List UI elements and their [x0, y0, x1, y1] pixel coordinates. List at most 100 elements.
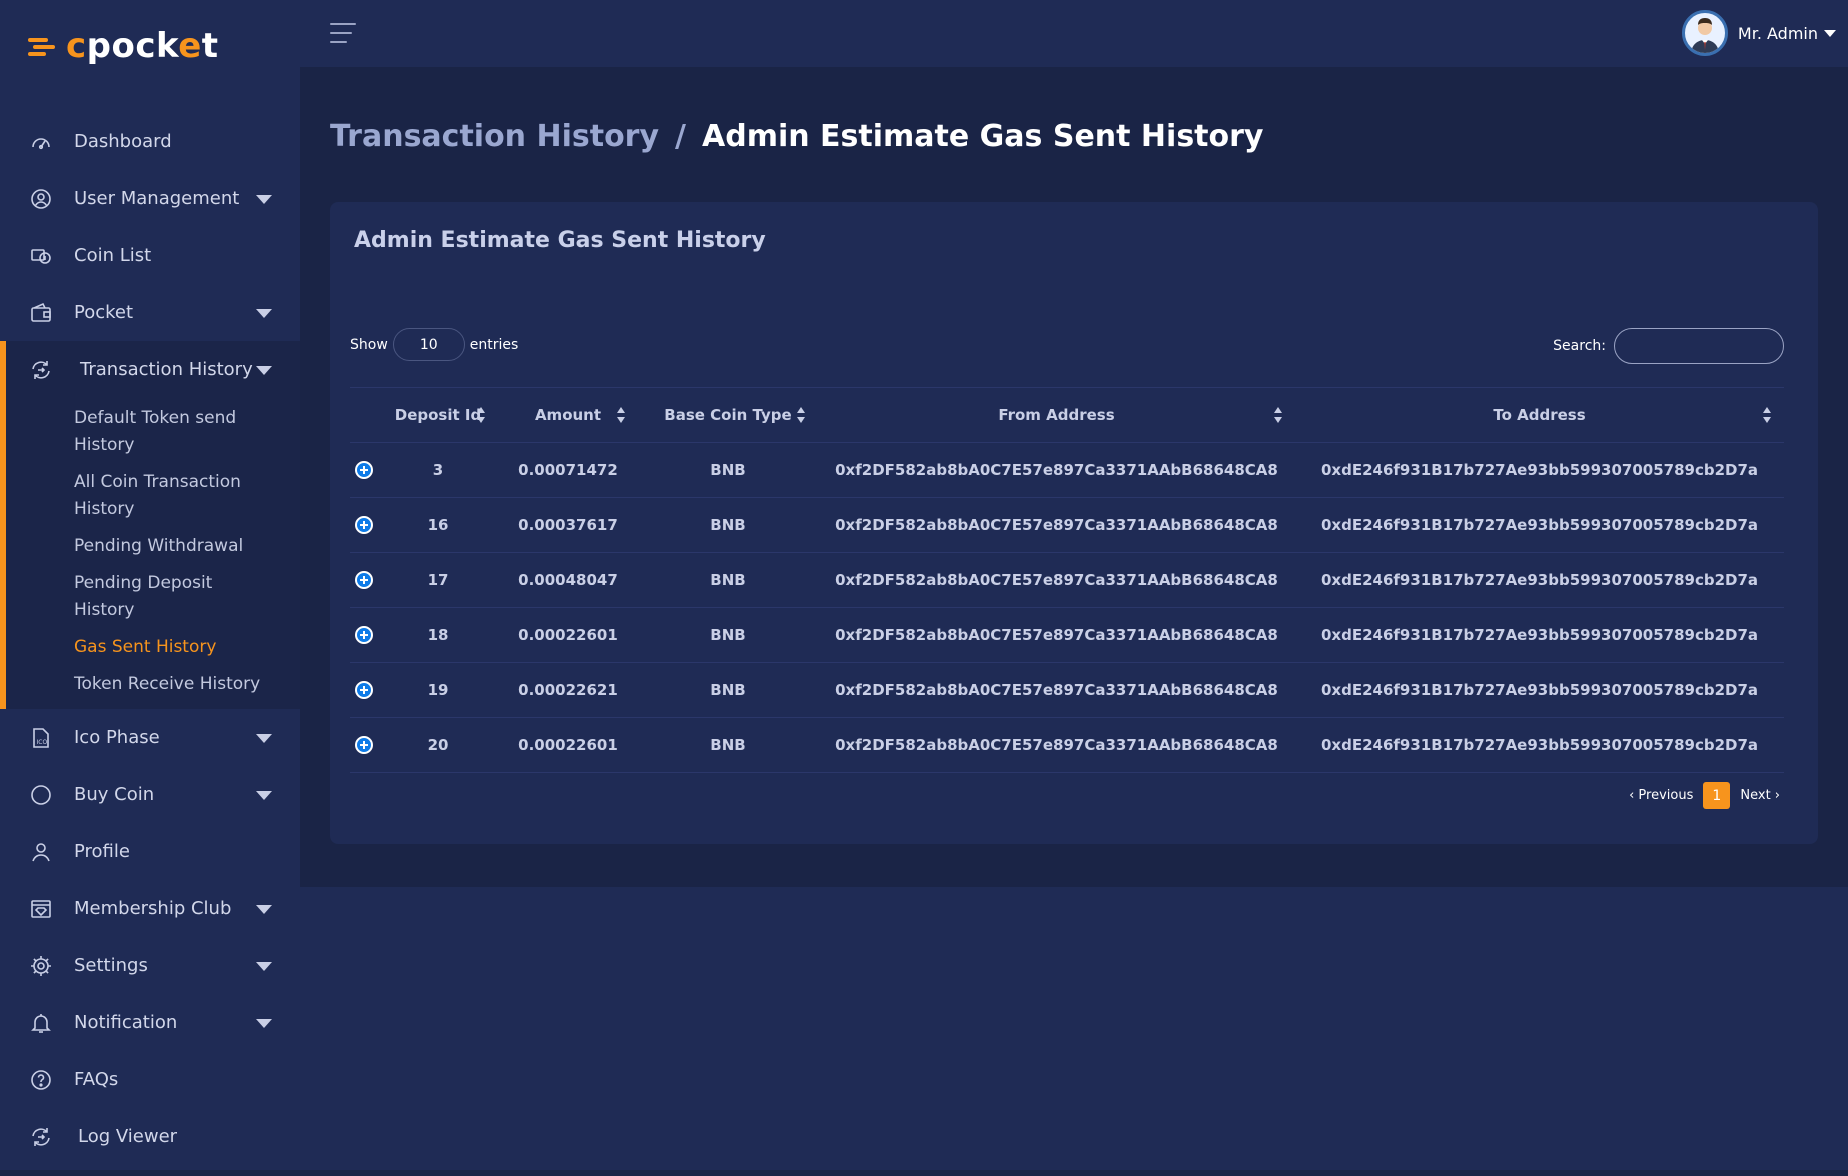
deposit-id-cell: 16 — [378, 497, 498, 553]
sidebar-item-label: Settings — [74, 955, 148, 976]
sort-icon — [617, 407, 626, 423]
row-expand-cell — [350, 552, 378, 608]
avatar — [1681, 10, 1728, 56]
user-icon — [28, 839, 54, 865]
submenu-item-token-receive-history[interactable]: Token Receive History — [74, 666, 274, 703]
base-coin-type-cell: BNB — [638, 717, 818, 773]
search-label: Search: — [1553, 338, 1606, 354]
sidebar-item-dashboard[interactable]: Dashboard — [0, 113, 300, 170]
column-header-base-coin-type[interactable]: Base Coin Type — [638, 387, 818, 443]
brand-logo[interactable]: cpocket — [28, 24, 219, 68]
to-address-cell: 0xdE246f931B17b727Ae93bb599307005789cb2D… — [1295, 662, 1784, 718]
amount-cell: 0.00022601 — [498, 717, 638, 773]
page-title: Admin Estimate Gas Sent History — [702, 119, 1264, 154]
sidebar-item-coin-list[interactable]: Coin List — [0, 227, 300, 284]
previous-page-button[interactable]: ‹ Previous — [1629, 788, 1693, 803]
gear-icon — [28, 953, 54, 979]
chevron-down-icon — [256, 194, 272, 204]
card-title: Admin Estimate Gas Sent History — [354, 228, 766, 253]
sort-icon — [797, 407, 806, 423]
sidebar-item-buy-coin[interactable]: Buy Coin — [0, 766, 300, 823]
breadcrumb-parent-link[interactable]: Transaction History — [330, 119, 659, 154]
expand-row-plus-icon[interactable] — [355, 461, 373, 480]
sidebar-item-membership-club[interactable]: Membership Club — [0, 880, 300, 937]
sidebar-item-label: FAQs — [74, 1069, 119, 1090]
chevron-down-icon — [256, 790, 272, 800]
row-expand-cell — [350, 497, 378, 553]
sidebar-nav: Dashboard User Management Coin List Pock… — [0, 113, 300, 1165]
coins-icon — [28, 243, 54, 269]
submenu-item-pending-withdrawal[interactable]: Pending Withdrawal — [74, 528, 274, 565]
svg-text:ICO: ICO — [37, 739, 48, 746]
transaction-history-group: Transaction History Default Token send H… — [0, 341, 300, 709]
table-row: 18 0.00022601 BNB 0xf2DF582ab8bA0C7E57e8… — [350, 607, 1784, 663]
chevron-down-icon — [1824, 29, 1836, 37]
to-address-cell: 0xdE246f931B17b727Ae93bb599307005789cb2D… — [1295, 552, 1784, 608]
breadcrumb-separator: / — [675, 119, 687, 154]
sidebar-item-transaction-history[interactable]: Transaction History — [6, 341, 300, 398]
base-coin-type-cell: BNB — [638, 552, 818, 608]
row-expand-cell — [350, 717, 378, 773]
user-name: Mr. Admin — [1737, 23, 1818, 43]
row-expand-cell — [350, 442, 378, 498]
user-circle-icon — [28, 186, 54, 212]
submenu-item-gas-sent-history[interactable]: Gas Sent History — [74, 629, 274, 666]
next-page-button[interactable]: Next › — [1740, 788, 1780, 803]
sidebar-item-faqs[interactable]: FAQs — [0, 1051, 300, 1108]
menu-toggle-icon[interactable] — [330, 23, 356, 45]
sidebar-item-label: Membership Club — [74, 898, 232, 919]
submenu-item-pending-deposit-history[interactable]: Pending Deposit History — [74, 565, 274, 629]
from-address-cell: 0xf2DF582ab8bA0C7E57e897Ca3371AAbB68648C… — [818, 552, 1295, 608]
search-input[interactable] — [1614, 328, 1784, 364]
exchange-icon — [28, 357, 54, 383]
bell-icon — [28, 1010, 54, 1036]
expand-row-plus-icon[interactable] — [355, 626, 373, 645]
sidebar-item-label: Notification — [74, 1012, 178, 1033]
column-header-to-address[interactable]: To Address — [1295, 387, 1784, 443]
table-row: 3 0.00071472 BNB 0xf2DF582ab8bA0C7E57e89… — [350, 442, 1784, 498]
sidebar-item-label: Pocket — [74, 302, 134, 323]
amount-cell: 0.00037617 — [498, 497, 638, 553]
logo-speed-icon — [28, 32, 64, 60]
expand-row-plus-icon[interactable] — [355, 516, 373, 535]
sidebar: cpocket Dashboard User Management Coin L… — [0, 0, 300, 1170]
column-header-from-address[interactable]: From Address — [818, 387, 1295, 443]
deposit-id-cell: 17 — [378, 552, 498, 608]
expand-row-plus-icon[interactable] — [355, 571, 373, 590]
show-label: Show — [350, 336, 388, 353]
deposit-id-cell: 18 — [378, 607, 498, 663]
submenu-item-default-token-send-history[interactable]: Default Token send History — [74, 400, 274, 464]
ico-document-icon: ICO — [28, 725, 54, 751]
sidebar-item-user-management[interactable]: User Management — [0, 170, 300, 227]
user-menu[interactable]: Mr. Admin — [1681, 10, 1836, 56]
sidebar-item-ico-phase[interactable]: ICO Ico Phase — [0, 709, 300, 766]
sidebar-item-log-viewer[interactable]: Log Viewer — [0, 1108, 300, 1165]
expand-row-plus-icon[interactable] — [355, 681, 373, 700]
submenu-item-all-coin-transaction-history[interactable]: All Coin Transaction History — [74, 464, 274, 528]
sidebar-item-label: Ico Phase — [74, 727, 160, 748]
entries-select[interactable]: 10 — [392, 328, 465, 361]
column-header-label: Base Coin Type — [664, 406, 792, 424]
from-address-cell: 0xf2DF582ab8bA0C7E57e897Ca3371AAbB68648C… — [818, 442, 1295, 498]
base-coin-type-cell: BNB — [638, 662, 818, 718]
base-coin-type-cell: BNB — [638, 497, 818, 553]
sidebar-item-settings[interactable]: Settings — [0, 937, 300, 994]
base-coin-type-cell: BNB — [638, 607, 818, 663]
sidebar-item-notification[interactable]: Notification — [0, 994, 300, 1051]
breadcrumb: Transaction History / Admin Estimate Gas… — [330, 119, 1263, 154]
sidebar-item-pocket[interactable]: Pocket — [0, 284, 300, 341]
row-expand-cell — [350, 607, 378, 663]
sidebar-item-label: Log Viewer — [78, 1126, 178, 1147]
expand-row-plus-icon[interactable] — [355, 736, 373, 755]
amount-cell: 0.00048047 — [498, 552, 638, 608]
from-address-cell: 0xf2DF582ab8bA0C7E57e897Ca3371AAbB68648C… — [818, 662, 1295, 718]
entries-length-control: Show 10 entries — [350, 328, 518, 361]
speedometer-icon — [28, 129, 54, 155]
sidebar-item-profile[interactable]: Profile — [0, 823, 300, 880]
page-1-button[interactable]: 1 — [1703, 782, 1731, 809]
diamond-card-icon — [28, 896, 54, 922]
sidebar-item-label: Transaction History — [80, 359, 253, 380]
column-header-deposit-id[interactable]: Deposit Id — [378, 387, 498, 443]
to-address-cell: 0xdE246f931B17b727Ae93bb599307005789cb2D… — [1295, 442, 1784, 498]
column-header-amount[interactable]: Amount — [498, 387, 638, 443]
